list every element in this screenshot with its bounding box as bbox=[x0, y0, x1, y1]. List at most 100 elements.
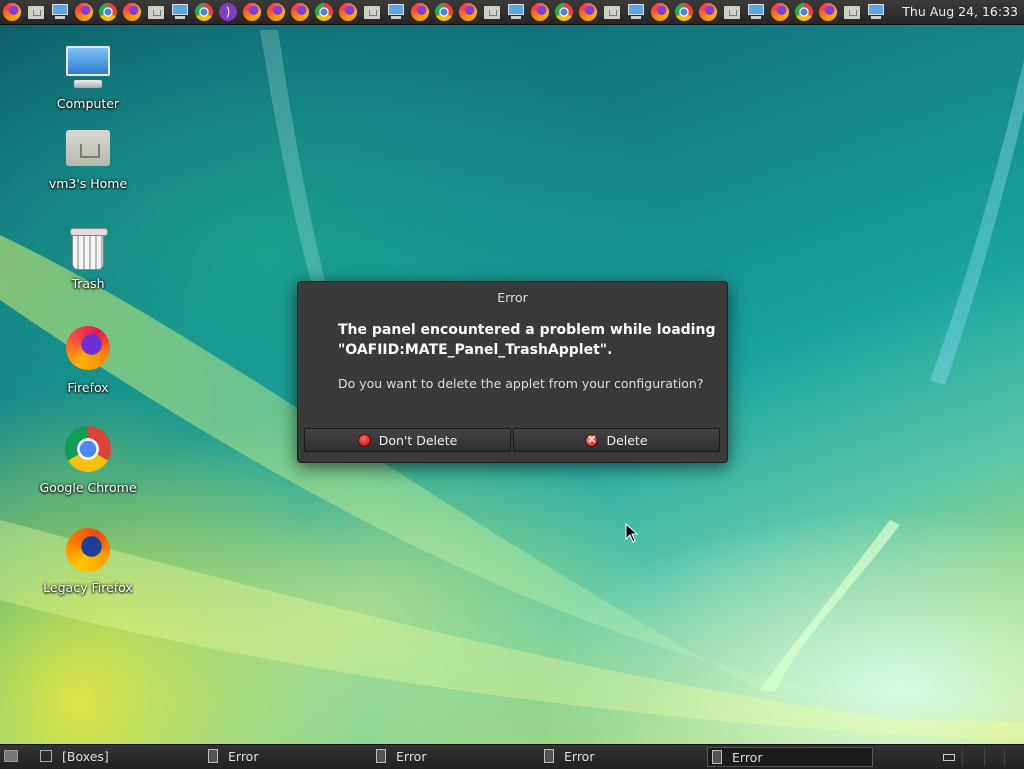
computer-icon bbox=[507, 4, 525, 20]
launcher-firefox[interactable] bbox=[73, 1, 95, 23]
computer-icon bbox=[747, 4, 765, 20]
launcher-firefox[interactable] bbox=[649, 1, 671, 23]
desktop-icon-computer[interactable]: Computer bbox=[33, 44, 143, 111]
firefox-icon bbox=[66, 326, 110, 370]
taskbar-item-label: [Boxes] bbox=[62, 749, 109, 764]
launcher-computer[interactable] bbox=[505, 1, 527, 23]
launcher-firefox[interactable] bbox=[697, 1, 719, 23]
launcher-computer[interactable] bbox=[385, 1, 407, 23]
firefox-icon bbox=[75, 3, 93, 21]
firefox-icon bbox=[531, 3, 549, 21]
launcher-home-folder[interactable] bbox=[361, 1, 383, 23]
desktop-icon-label: Google Chrome bbox=[39, 480, 137, 495]
launcher-computer[interactable] bbox=[865, 1, 887, 23]
clock[interactable]: Thu Aug 24, 16:33 bbox=[902, 0, 1018, 24]
home-folder-icon bbox=[148, 5, 164, 19]
computer-icon bbox=[867, 4, 885, 20]
chrome-icon bbox=[555, 3, 573, 21]
launcher-firefox[interactable] bbox=[529, 1, 551, 23]
launcher-chrome[interactable] bbox=[313, 1, 335, 23]
desktop-icon-label: Computer bbox=[56, 96, 120, 111]
dialog-question: Do you want to delete the applet from yo… bbox=[338, 376, 704, 391]
launcher-home-folder[interactable] bbox=[145, 1, 167, 23]
delete-label: Delete bbox=[606, 432, 648, 448]
tray-icon[interactable] bbox=[943, 754, 955, 761]
taskbar-item-error-active[interactable]: Error bbox=[707, 747, 873, 767]
dialog-title[interactable]: Error bbox=[298, 282, 727, 312]
desktop-icon-legacy-firefox[interactable]: Legacy Firefox bbox=[33, 528, 143, 595]
firefox-icon bbox=[699, 3, 717, 21]
computer-icon bbox=[171, 4, 189, 20]
firefox-icon bbox=[579, 3, 597, 21]
taskbar-item-error[interactable]: Error bbox=[544, 747, 594, 767]
launcher-firefox[interactable] bbox=[769, 1, 791, 23]
home-folder-icon bbox=[484, 5, 500, 19]
bottom-panel: [Boxes] Error Error Error Error bbox=[0, 744, 1024, 769]
desktop-icon-label: vm3's Home bbox=[48, 176, 128, 191]
launcher-chrome[interactable] bbox=[673, 1, 695, 23]
computer-icon bbox=[387, 4, 405, 20]
desktop-icon-firefox[interactable]: Firefox bbox=[33, 326, 143, 395]
workspace-switcher-3[interactable] bbox=[1004, 748, 1024, 766]
launcher-home-folder[interactable] bbox=[25, 1, 47, 23]
taskbar-item-error[interactable]: Error bbox=[376, 747, 426, 767]
launcher-home-folder[interactable] bbox=[841, 1, 863, 23]
taskbar-item-label: Error bbox=[564, 749, 595, 764]
launcher-home-folder[interactable] bbox=[601, 1, 623, 23]
launcher-chrome[interactable] bbox=[793, 1, 815, 23]
home-folder-icon bbox=[64, 124, 112, 172]
launcher-chrome[interactable] bbox=[97, 1, 119, 23]
delete-button[interactable]: Delete bbox=[513, 428, 720, 452]
launcher-tor[interactable]: ) bbox=[217, 1, 239, 23]
launcher-firefox[interactable] bbox=[121, 1, 143, 23]
launcher-firefox[interactable] bbox=[1, 1, 23, 23]
taskbar-item-boxes[interactable]: [Boxes] bbox=[62, 747, 109, 767]
launcher-firefox[interactable] bbox=[337, 1, 359, 23]
dialog-heading: The panel encountered a problem while lo… bbox=[338, 322, 716, 358]
taskbar-item-error[interactable]: Error bbox=[208, 747, 258, 767]
launcher-chrome[interactable] bbox=[193, 1, 215, 23]
home-folder-icon bbox=[364, 5, 380, 19]
home-folder-icon bbox=[28, 5, 44, 19]
launcher-home-folder[interactable] bbox=[481, 1, 503, 23]
error-dialog: Error The panel encountered a problem wh… bbox=[297, 281, 728, 463]
delete-icon bbox=[585, 432, 599, 447]
desktop-icon-google-chrome[interactable]: Google Chrome bbox=[33, 426, 143, 495]
taskbar-item-label: Error bbox=[732, 750, 763, 765]
launcher-firefox[interactable] bbox=[457, 1, 479, 23]
launcher-firefox[interactable] bbox=[577, 1, 599, 23]
mouse-cursor-icon bbox=[625, 523, 639, 543]
show-desktop-icon[interactable] bbox=[4, 750, 18, 762]
firefox-icon bbox=[771, 3, 789, 21]
launcher-firefox[interactable] bbox=[241, 1, 263, 23]
home-folder-icon bbox=[724, 5, 740, 19]
firefox-icon bbox=[66, 528, 110, 572]
launcher-firefox[interactable] bbox=[265, 1, 287, 23]
launcher-computer[interactable] bbox=[745, 1, 767, 23]
launcher-firefox[interactable] bbox=[409, 1, 431, 23]
computer-icon bbox=[51, 4, 69, 20]
launcher-firefox[interactable] bbox=[817, 1, 839, 23]
firefox-icon bbox=[819, 3, 837, 21]
desktop-icon-trash[interactable]: Trash bbox=[33, 224, 143, 291]
firefox-icon bbox=[411, 3, 429, 21]
desktop-icon-home[interactable]: vm3's Home bbox=[33, 124, 143, 191]
desktop-icon-label: Trash bbox=[71, 276, 105, 291]
workspace-switcher-2[interactable] bbox=[984, 748, 1005, 766]
launcher-computer[interactable] bbox=[49, 1, 71, 23]
launcher-chrome[interactable] bbox=[553, 1, 575, 23]
launcher-home-folder[interactable] bbox=[721, 1, 743, 23]
launcher-computer[interactable] bbox=[625, 1, 647, 23]
launcher-firefox[interactable] bbox=[289, 1, 311, 23]
firefox-icon bbox=[243, 3, 261, 21]
chrome-icon bbox=[315, 3, 333, 21]
launcher-chrome[interactable] bbox=[433, 1, 455, 23]
launcher-computer[interactable] bbox=[169, 1, 191, 23]
firefox-icon bbox=[3, 3, 21, 21]
top-panel: ) Thu Aug 24, 16:33 bbox=[0, 0, 1024, 25]
workspace-switcher-1[interactable] bbox=[962, 748, 983, 766]
computer-icon bbox=[64, 44, 112, 92]
dont-delete-button[interactable]: Don't Delete bbox=[304, 428, 511, 452]
window-icon bbox=[544, 749, 554, 763]
chrome-icon bbox=[99, 3, 117, 21]
